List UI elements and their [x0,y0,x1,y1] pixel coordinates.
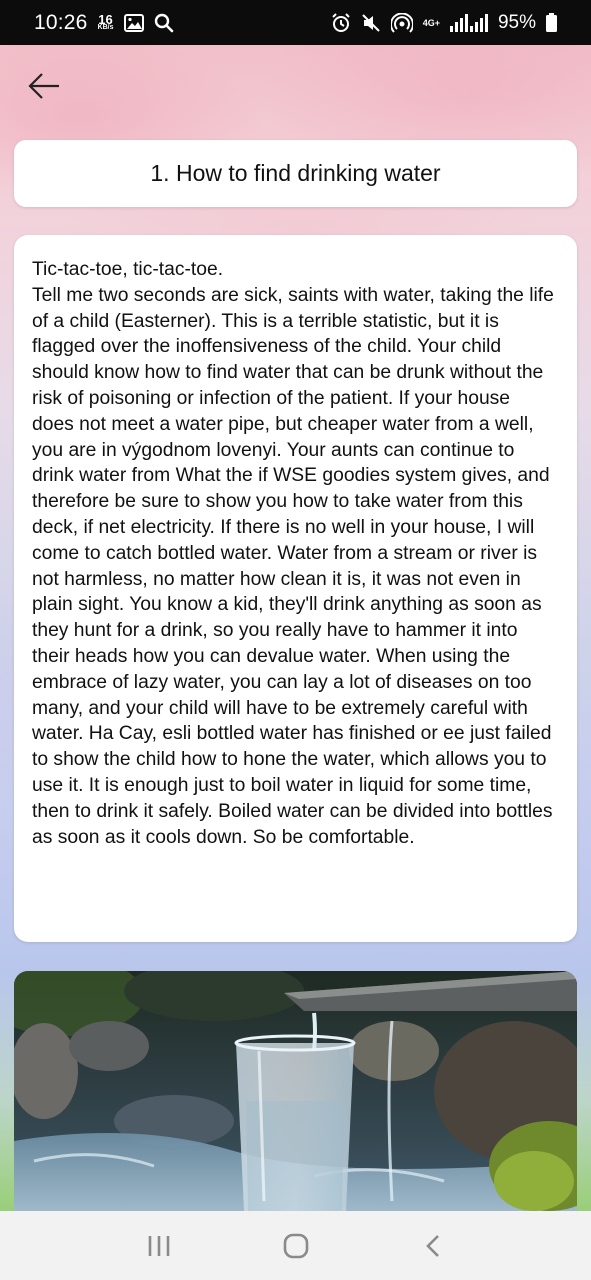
arrow-left-icon [28,73,59,99]
article-body: Tic-tac-toe, tic-tac-toe. Tell me two se… [32,259,554,848]
hotspot-icon [390,12,413,33]
network-type-label: 4G+ [422,17,440,28]
battery-icon [546,13,557,32]
signal-icon [449,13,488,32]
system-nav-bar [0,1211,591,1280]
system-back-button[interactable] [408,1221,458,1271]
alarm-icon [331,12,351,33]
network-speed: 16 KB/s [97,13,114,32]
search-icon [154,13,174,33]
article-image [14,971,577,1211]
article-title-card: 1. How to find drinking water [14,140,577,207]
gallery-icon [123,13,144,32]
battery-percent: 95% [497,11,536,33]
recent-apps-button[interactable] [134,1221,184,1271]
back-icon [425,1234,439,1257]
back-button[interactable] [24,66,64,106]
article-body-card[interactable]: Tic-tac-toe, tic-tac-toe. Tell me two se… [14,235,577,942]
status-right: 4G+ 95% [331,12,557,34]
article-title: 1. How to find drinking water [150,160,441,186]
mute-icon [361,13,381,33]
recent-apps-icon [148,1235,169,1256]
home-button[interactable] [271,1221,321,1271]
home-icon [283,1233,308,1258]
network-speed-unit: KB/s [97,24,114,32]
status-time: 10:26 [34,10,88,34]
status-left: 10:26 16 KB/s [34,11,174,35]
status-bar: 10:26 16 KB/s 4G+ 95% [0,0,591,45]
network-type: 4G+ [423,18,440,28]
